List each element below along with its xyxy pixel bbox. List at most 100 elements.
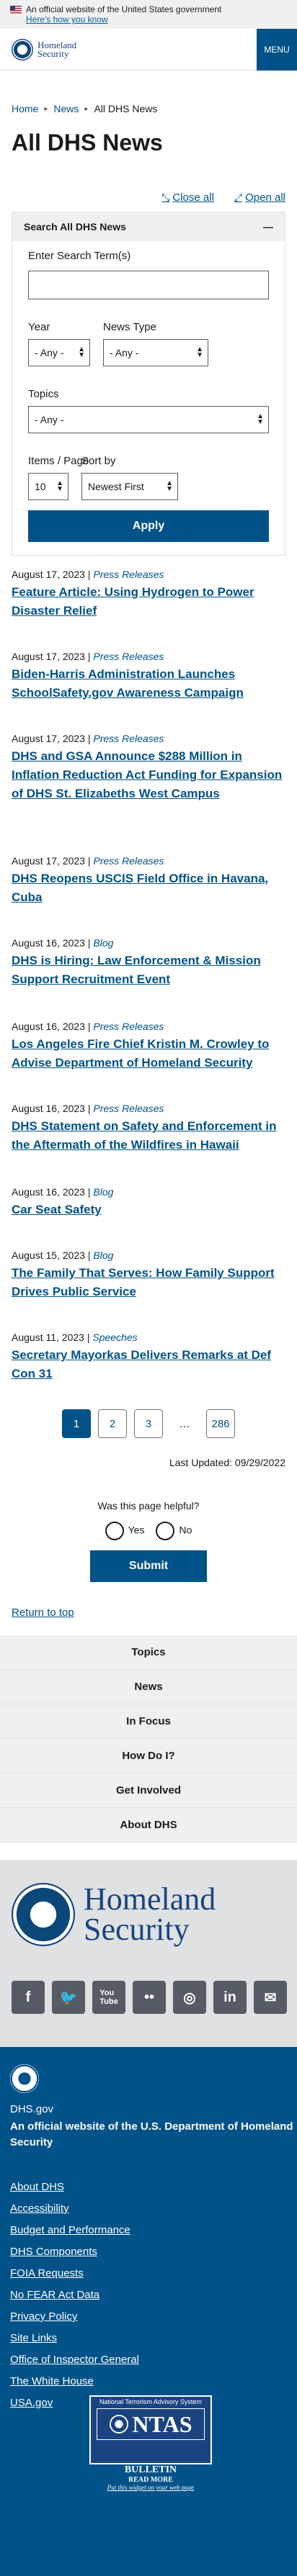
news-headline-link[interactable]: DHS is Hiring: Law Enforcement & Mission… xyxy=(12,952,285,989)
breadcrumb-home[interactable]: Home xyxy=(12,103,38,114)
sort-by-label: Sort by xyxy=(81,455,116,467)
footer-nav-news[interactable]: News xyxy=(0,1670,297,1704)
footer-nav-get-involved[interactable]: Get Involved xyxy=(0,1773,297,1808)
footer-brand: Homeland Security f 🐦 You Tube •• ◎ in ✉ xyxy=(0,1860,297,2047)
footer-nav-in-focus[interactable]: In Focus xyxy=(0,1704,297,1739)
select-arrows-icon: ▲ ▼ xyxy=(196,345,203,359)
news-type-link[interactable]: Press Releases xyxy=(93,1103,164,1114)
footer-nav-about-dhs[interactable]: About DHS xyxy=(0,1808,297,1843)
us-flag-icon xyxy=(10,5,22,14)
search-panel-header[interactable]: Search All DHS News — xyxy=(12,212,285,241)
footer-link[interactable]: About DHS xyxy=(10,2177,139,2198)
footer-logo[interactable]: Homeland Security xyxy=(12,1883,216,1946)
page-2-button[interactable]: 2 xyxy=(98,1409,127,1438)
ntas-read-more-link[interactable]: READ MORE xyxy=(89,2476,212,2484)
breadcrumb-news[interactable]: News xyxy=(53,103,79,114)
year-label: Year xyxy=(28,321,50,333)
news-type-link[interactable]: Press Releases xyxy=(93,569,164,580)
ntas-logo-text: NTAS xyxy=(132,2410,192,2437)
news-type-link[interactable]: Blog xyxy=(93,1249,113,1261)
footer-nav-topics[interactable]: Topics xyxy=(0,1635,297,1670)
footer-link[interactable]: No FEAR Act Data xyxy=(10,2284,139,2306)
ntas-title: National Terrorism Advisory System xyxy=(99,2398,202,2405)
news-headline-link[interactable]: Biden-Harris Administration Launches Sch… xyxy=(12,665,285,702)
news-type-select[interactable]: - Any - ▲ ▼ xyxy=(103,339,208,366)
page-last-button[interactable]: 286 xyxy=(206,1409,235,1438)
sort-by-select[interactable]: Newest First ▲ ▼ xyxy=(81,473,178,500)
items-per-page-label: Items / Page xyxy=(28,455,89,467)
news-type-link[interactable]: Blog xyxy=(93,1186,113,1198)
footer-link[interactable]: Budget and Performance xyxy=(10,2220,139,2241)
menu-button[interactable]: MENU xyxy=(257,28,297,71)
page-1-button[interactable]: 1 xyxy=(62,1409,91,1438)
feedback-yes-option[interactable]: Yes xyxy=(105,1522,144,1540)
news-item: August 15, 2023 | Blog The Family That S… xyxy=(12,1249,285,1301)
footer: DHS.gov An official website of the U.S. … xyxy=(0,2047,297,2576)
footer-link[interactable]: The White House xyxy=(10,2371,139,2392)
open-all-button[interactable]: ⤢ Open all xyxy=(234,189,285,206)
return-to-top-link[interactable]: Return to top xyxy=(12,1606,74,1619)
ntas-widget[interactable]: National Terrorism Advisory System NTAS xyxy=(89,2395,212,2464)
chevron-right-icon: ▸ xyxy=(44,104,48,113)
radio-icon xyxy=(156,1522,175,1540)
ntas-bulletin: BULLETIN READ MORE Put this widget on yo… xyxy=(89,2464,212,2491)
news-headline-link[interactable]: DHS and GSA Announce $288 Million in Inf… xyxy=(12,747,285,803)
footer-link[interactable]: FOIA Requests xyxy=(10,2263,139,2284)
ntas-widget-link[interactable]: Put this widget on your web page xyxy=(89,2484,212,2491)
news-headline-link[interactable]: Los Angeles Fire Chief Kristin M. Crowle… xyxy=(12,1035,285,1072)
news-type-link[interactable]: Press Releases xyxy=(93,651,164,662)
select-arrows-icon: ▲ ▼ xyxy=(78,345,85,359)
dhs-seal-icon xyxy=(12,38,33,60)
twitter-icon[interactable]: 🐦 xyxy=(52,1981,85,2014)
page-3-button[interactable]: 3 xyxy=(134,1409,163,1438)
news-date: August 15, 2023 | xyxy=(12,1249,91,1261)
footer-brand-line2: Security xyxy=(84,1912,190,1947)
dhs-logo[interactable]: Homeland Security xyxy=(12,38,76,60)
heres-how-you-know-link[interactable]: Here's how you know xyxy=(26,14,108,24)
news-type-link[interactable]: Speeches xyxy=(92,1332,137,1343)
news-headline-link[interactable]: DHS Reopens USCIS Field Office in Havana… xyxy=(12,869,285,907)
news-headline-link[interactable]: Feature Article: Using Hydrogen to Power… xyxy=(12,583,285,620)
flickr-icon[interactable]: •• xyxy=(133,1981,166,2014)
feedback-submit-button[interactable]: Submit xyxy=(90,1550,207,1582)
news-headline-link[interactable]: Secretary Mayorkas Delivers Remarks at D… xyxy=(12,1346,285,1383)
footer-link[interactable]: Accessibility xyxy=(10,2198,139,2220)
news-item: August 16, 2023 | Blog DHS is Hiring: La… xyxy=(12,937,285,989)
topics-select[interactable]: - Any - ▲ ▼ xyxy=(28,406,269,433)
footer-official-text: An official website of the U.S. Departme… xyxy=(10,2120,293,2148)
breadcrumb-current: All DHS News xyxy=(94,103,158,114)
close-all-button[interactable]: ⤡ Close all xyxy=(161,189,214,206)
news-type-link[interactable]: Press Releases xyxy=(93,733,164,744)
footer-link[interactable]: Site Links xyxy=(10,2328,139,2349)
year-select[interactable]: - Any - ▲ ▼ xyxy=(28,339,90,366)
instagram-icon[interactable]: ◎ xyxy=(173,1981,206,2014)
news-headline-link[interactable]: Car Seat Safety xyxy=(12,1201,285,1219)
linkedin-icon[interactable]: in xyxy=(213,1981,247,2014)
search-panel-title: Search All DHS News xyxy=(24,221,126,232)
footer-nav-how-do-i[interactable]: How Do I? xyxy=(0,1739,297,1773)
footer-link[interactable]: DHS Components xyxy=(10,2241,139,2263)
feedback-no-option[interactable]: No xyxy=(156,1522,192,1540)
items-per-page-select[interactable]: 10 ▲ ▼ xyxy=(28,473,68,500)
dhs-seal-icon xyxy=(109,2415,128,2433)
news-type-link[interactable]: Press Releases xyxy=(93,1021,164,1032)
news-item: August 11, 2023 | Speeches Secretary May… xyxy=(12,1332,285,1383)
footer-nav: Topics News In Focus How Do I? Get Invol… xyxy=(0,1635,297,1843)
breadcrumb: Home ▸ News ▸ All DHS News xyxy=(0,101,297,117)
facebook-icon[interactable]: f xyxy=(12,1981,45,2014)
news-headline-link[interactable]: DHS Statement on Safety and Enforcement … xyxy=(12,1117,285,1154)
news-date: August 17, 2023 | xyxy=(12,569,91,580)
news-type-link[interactable]: Blog xyxy=(93,937,113,949)
footer-domain: DHS.gov xyxy=(10,2103,54,2115)
news-type-link[interactable]: Press Releases xyxy=(93,855,164,867)
news-item: August 16, 2023 | Press Releases Los Ang… xyxy=(12,1021,285,1072)
youtube-icon[interactable]: You Tube xyxy=(92,1981,125,2014)
apply-button[interactable]: Apply xyxy=(28,510,269,542)
news-headline-link[interactable]: The Family That Serves: How Family Suppo… xyxy=(12,1264,285,1301)
footer-link[interactable]: Office of Inspector General xyxy=(10,2349,139,2371)
news-item: August 16, 2023 | Blog Car Seat Safety xyxy=(12,1186,285,1219)
search-term-input[interactable] xyxy=(28,271,269,299)
pagination: 1 2 3 … 286 xyxy=(0,1409,297,1438)
email-icon[interactable]: ✉ xyxy=(254,1981,287,2014)
footer-link[interactable]: Privacy Policy xyxy=(10,2306,139,2328)
